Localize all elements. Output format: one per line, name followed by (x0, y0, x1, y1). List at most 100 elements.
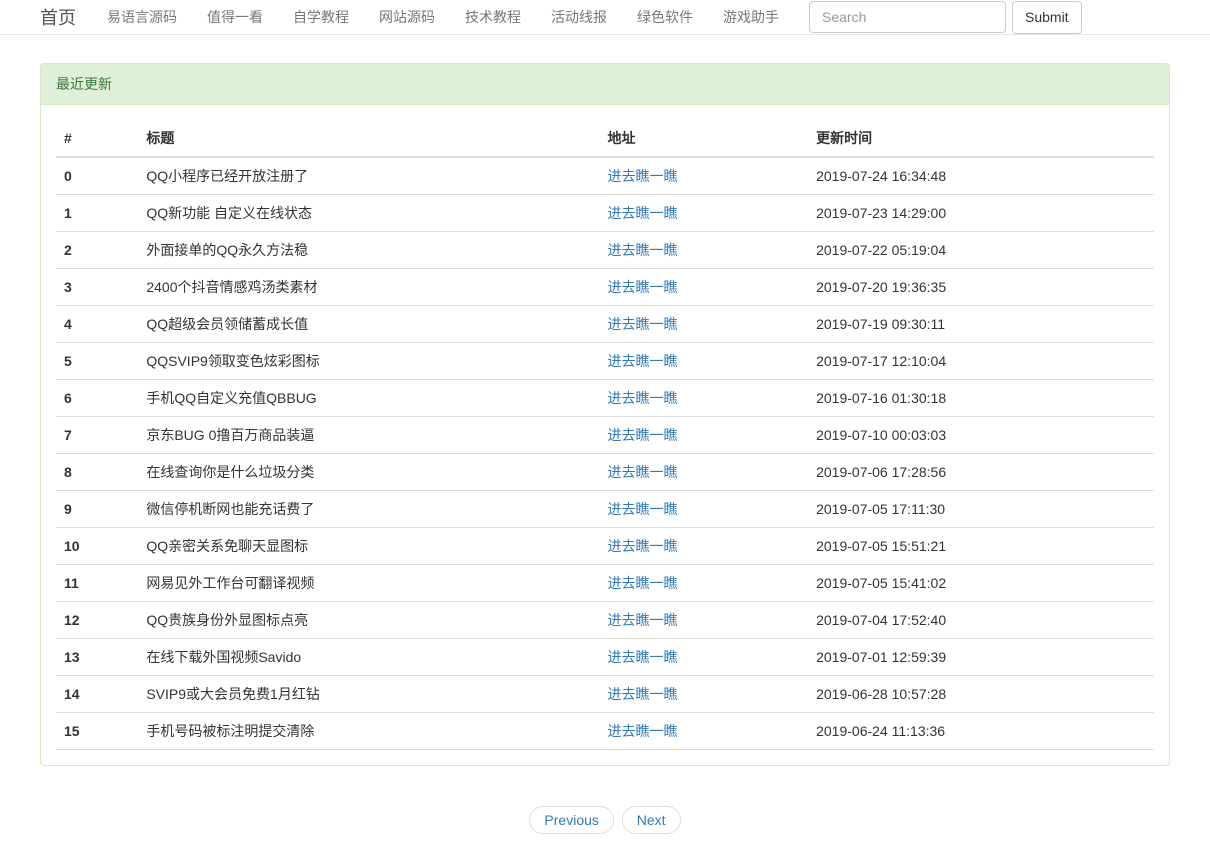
row-title: QQ超级会员领储蓄成长值 (138, 306, 599, 343)
row-update-time: 2019-07-05 15:41:02 (808, 565, 1154, 602)
row-index: 8 (56, 454, 138, 491)
row-index: 3 (56, 269, 138, 306)
table-row: 2外面接单的QQ永久方法稳进去瞧一瞧2019-07-22 05:19:04 (56, 232, 1154, 269)
pager: Previous Next (0, 806, 1210, 834)
brand-link-home[interactable]: 首页 (40, 4, 76, 30)
nav-menu: 易语言源码值得一看自学教程网站源码技术教程活动线报绿色软件游戏助手 (92, 0, 794, 35)
recent-updates-panel: 最近更新 #标题地址更新时间 0QQ小程序已经开放注册了进去瞧一瞧2019-07… (40, 63, 1170, 766)
search-input[interactable] (809, 1, 1006, 33)
row-link-cell: 进去瞧一瞧 (600, 713, 809, 750)
row-update-time: 2019-07-06 17:28:56 (808, 454, 1154, 491)
visit-link[interactable]: 进去瞧一瞧 (608, 723, 678, 739)
row-index: 15 (56, 713, 138, 750)
visit-link[interactable]: 进去瞧一瞧 (608, 316, 678, 332)
row-index: 9 (56, 491, 138, 528)
visit-link[interactable]: 进去瞧一瞧 (608, 686, 678, 702)
row-index: 4 (56, 306, 138, 343)
visit-link[interactable]: 进去瞧一瞧 (608, 538, 678, 554)
row-title: 外面接单的QQ永久方法稳 (138, 232, 599, 269)
row-index: 10 (56, 528, 138, 565)
visit-link[interactable]: 进去瞧一瞧 (608, 353, 678, 369)
row-index: 1 (56, 195, 138, 232)
row-update-time: 2019-07-05 17:11:30 (808, 491, 1154, 528)
row-update-time: 2019-07-04 17:52:40 (808, 602, 1154, 639)
nav-menu-item: 技术教程 (450, 0, 536, 35)
row-link-cell: 进去瞧一瞧 (600, 491, 809, 528)
row-index: 14 (56, 676, 138, 713)
row-update-time: 2019-07-17 12:10:04 (808, 343, 1154, 380)
nav-item-5[interactable]: 活动线报 (536, 0, 622, 35)
row-index: 2 (56, 232, 138, 269)
navbar: 首页 易语言源码值得一看自学教程网站源码技术教程活动线报绿色软件游戏助手 Sub… (0, 0, 1210, 35)
table-row: 32400个抖音情感鸡汤类素材进去瞧一瞧2019-07-20 19:36:35 (56, 269, 1154, 306)
nav-item-0[interactable]: 易语言源码 (92, 0, 192, 35)
row-update-time: 2019-07-19 09:30:11 (808, 306, 1154, 343)
column-header: 标题 (138, 120, 599, 157)
row-title: QQ贵族身份外显图标点亮 (138, 602, 599, 639)
row-link-cell: 进去瞧一瞧 (600, 454, 809, 491)
row-link-cell: 进去瞧一瞧 (600, 417, 809, 454)
nav-menu-item: 绿色软件 (622, 0, 708, 35)
row-update-time: 2019-07-05 15:51:21 (808, 528, 1154, 565)
row-index: 6 (56, 380, 138, 417)
row-title: 在线查询你是什么垃圾分类 (138, 454, 599, 491)
row-update-time: 2019-07-10 00:03:03 (808, 417, 1154, 454)
table-row: 0QQ小程序已经开放注册了进去瞧一瞧2019-07-24 16:34:48 (56, 157, 1154, 195)
row-update-time: 2019-07-01 12:59:39 (808, 639, 1154, 676)
table-row: 9微信停机断网也能充话费了进去瞧一瞧 2019-07-05 17:11:30 (56, 491, 1154, 528)
nav-menu-item: 易语言源码 (92, 0, 192, 35)
nav-item-7[interactable]: 游戏助手 (708, 0, 794, 35)
visit-link[interactable]: 进去瞧一瞧 (608, 501, 678, 517)
row-update-time: 2019-07-23 14:29:00 (808, 195, 1154, 232)
visit-link[interactable]: 进去瞧一瞧 (608, 168, 678, 184)
row-link-cell: 进去瞧一瞧 (600, 343, 809, 380)
submit-button[interactable]: Submit (1012, 1, 1082, 34)
visit-link[interactable]: 进去瞧一瞧 (608, 464, 678, 480)
row-link-cell: 进去瞧一瞧 (600, 565, 809, 602)
next-button[interactable]: Next (622, 806, 681, 834)
visit-link[interactable]: 进去瞧一瞧 (608, 242, 678, 258)
table-row: 14SVIP9或大会员免费1月红钻进去瞧一瞧2019-06-28 10:57:2… (56, 676, 1154, 713)
nav-item-6[interactable]: 绿色软件 (622, 0, 708, 35)
row-link-cell: 进去瞧一瞧 (600, 306, 809, 343)
nav-menu-item: 活动线报 (536, 0, 622, 35)
table-row: 5QQSVIP9领取变色炫彩图标进去瞧一瞧2019-07-17 12:10:04 (56, 343, 1154, 380)
row-title: QQ新功能 自定义在线状态 (138, 195, 599, 232)
search-form: Submit (809, 1, 1082, 34)
table-row: 1QQ新功能 自定义在线状态进去瞧一瞧 2019-07-23 14:29:00 (56, 195, 1154, 232)
visit-link[interactable]: 进去瞧一瞧 (608, 612, 678, 628)
row-title: 手机号码被标注明提交清除 (138, 713, 599, 750)
table-row: 4QQ超级会员领储蓄成长值进去瞧一瞧 2019-07-19 09:30:11 (56, 306, 1154, 343)
column-header: # (56, 120, 138, 157)
nav-item-1[interactable]: 值得一看 (192, 0, 278, 35)
row-title: 微信停机断网也能充话费了 (138, 491, 599, 528)
visit-link[interactable]: 进去瞧一瞧 (608, 649, 678, 665)
row-title: QQ亲密关系免聊天显图标 (138, 528, 599, 565)
row-index: 12 (56, 602, 138, 639)
panel-body: #标题地址更新时间 0QQ小程序已经开放注册了进去瞧一瞧2019-07-24 1… (41, 105, 1169, 765)
row-index: 13 (56, 639, 138, 676)
nav-item-2[interactable]: 自学教程 (278, 0, 364, 35)
visit-link[interactable]: 进去瞧一瞧 (608, 575, 678, 591)
main-content: 最近更新 #标题地址更新时间 0QQ小程序已经开放注册了进去瞧一瞧2019-07… (40, 63, 1170, 766)
nav-item-3[interactable]: 网站源码 (364, 0, 450, 35)
table-row: 13在线下载外国视频Savido进去瞧一瞧2019-07-01 12:59:39 (56, 639, 1154, 676)
previous-button[interactable]: Previous (529, 806, 613, 834)
column-header: 更新时间 (808, 120, 1154, 157)
row-title: 京东BUG 0撸百万商品装逼 (138, 417, 599, 454)
visit-link[interactable]: 进去瞧一瞧 (608, 205, 678, 221)
visit-link[interactable]: 进去瞧一瞧 (608, 427, 678, 443)
table-header-row: #标题地址更新时间 (56, 120, 1154, 157)
visit-link[interactable]: 进去瞧一瞧 (608, 390, 678, 406)
row-link-cell: 进去瞧一瞧 (600, 602, 809, 639)
nav-item-4[interactable]: 技术教程 (450, 0, 536, 35)
table-row: 15手机号码被标注明提交清除进去瞧一瞧2019-06-24 11:13:36 (56, 713, 1154, 750)
visit-link[interactable]: 进去瞧一瞧 (608, 279, 678, 295)
nav-menu-item: 值得一看 (192, 0, 278, 35)
row-title: 网易见外工作台可翻译视频 (138, 565, 599, 602)
row-index: 7 (56, 417, 138, 454)
row-link-cell: 进去瞧一瞧 (600, 380, 809, 417)
row-link-cell: 进去瞧一瞧 (600, 157, 809, 195)
updates-table: #标题地址更新时间 0QQ小程序已经开放注册了进去瞧一瞧2019-07-24 1… (56, 120, 1154, 750)
panel-title: 最近更新 (41, 64, 1169, 105)
